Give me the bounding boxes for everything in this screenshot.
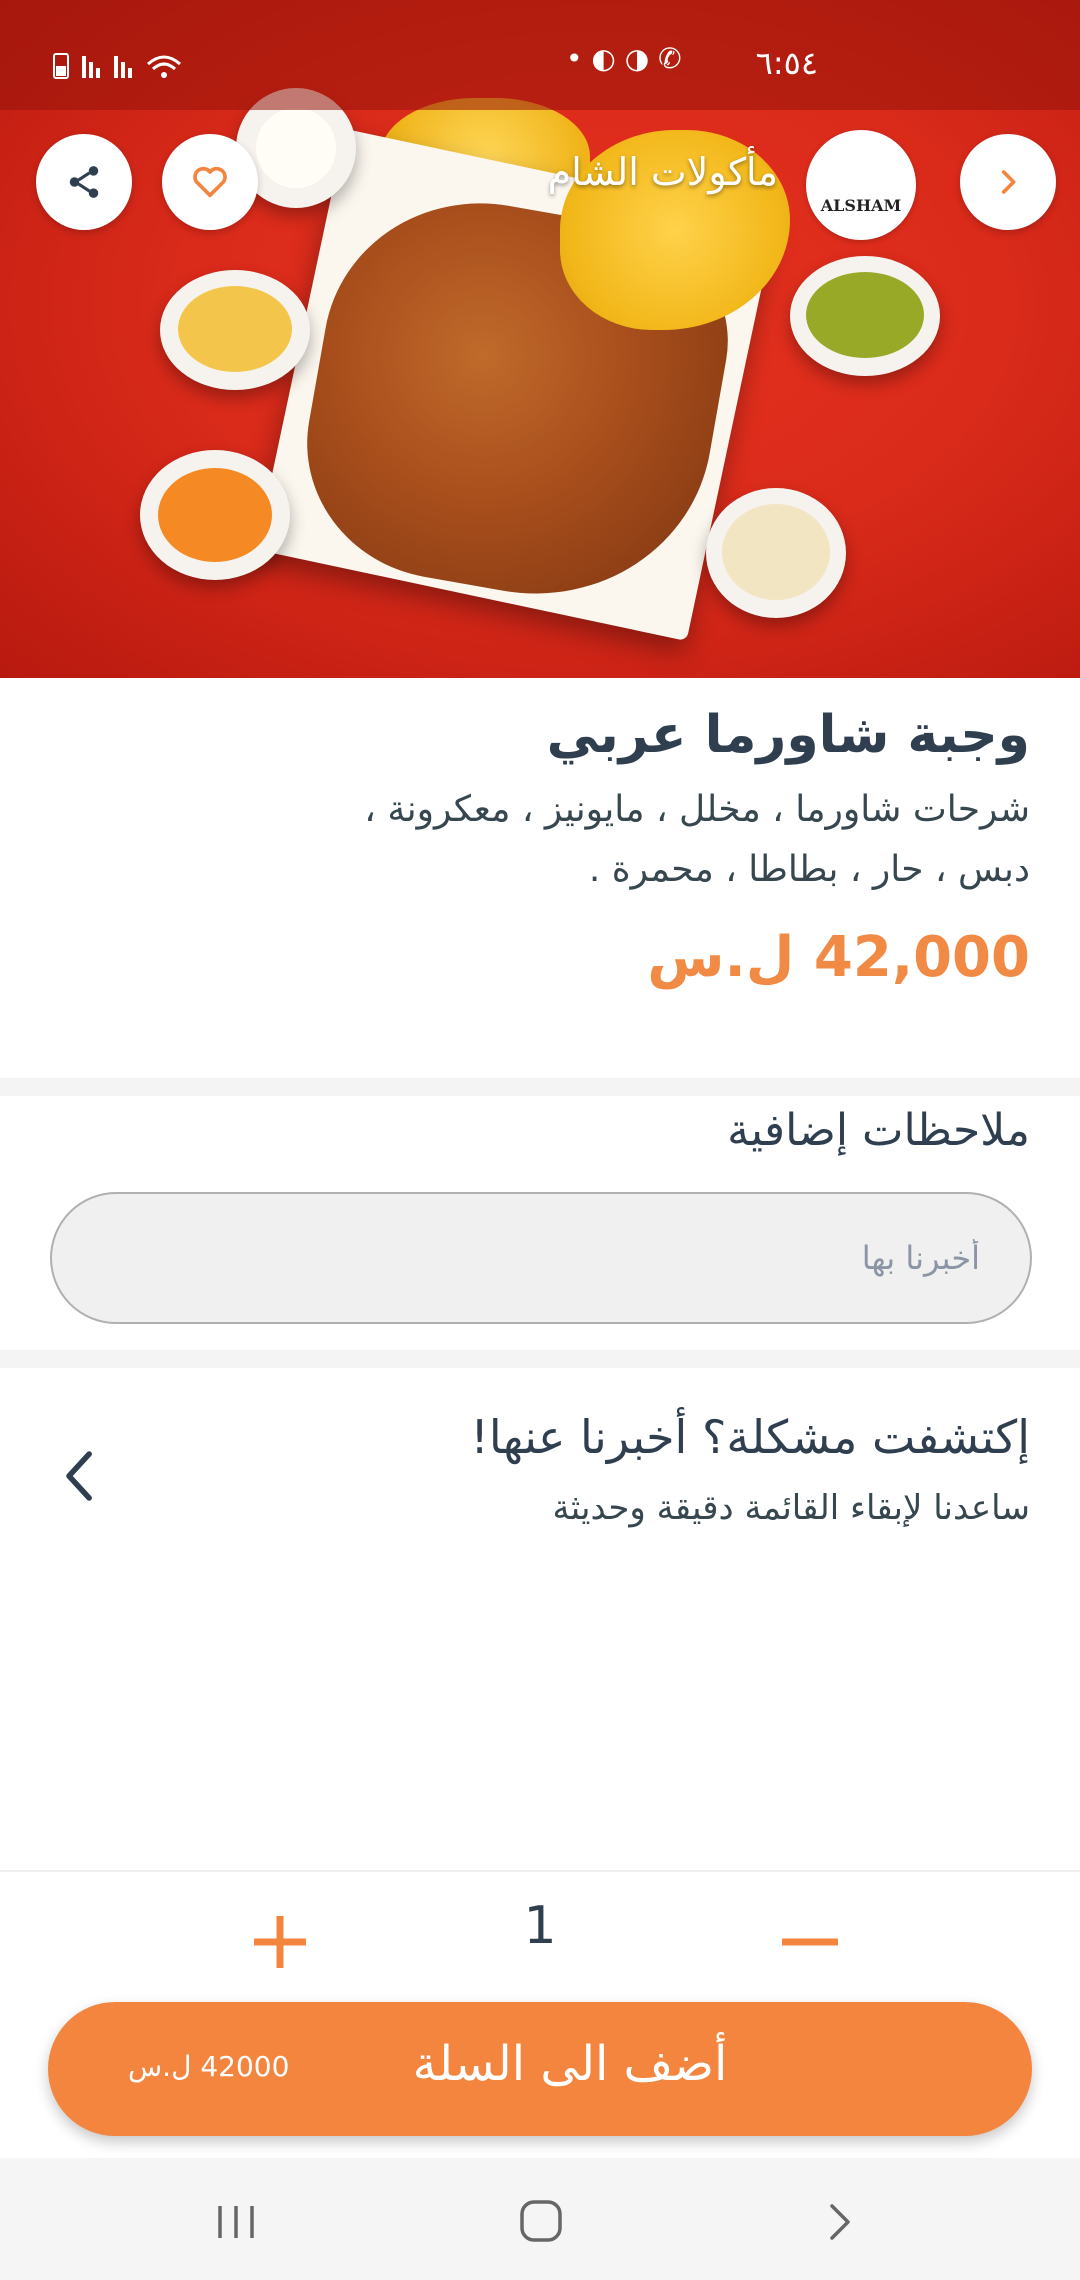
heart-icon [193,166,227,198]
pickle-bowl-decoration [790,256,940,376]
notification-icons: • ◐ ◑ ✆ [566,42,682,75]
price-currency: ل.س [647,925,795,990]
favorite-button[interactable] [162,134,258,230]
product-description: شرحات شاورما ، مخلل ، مايونيز ، معكرونة … [364,789,1030,890]
report-subtitle: ساعدنا لإبقاء القائمة دقيقة وحديثة [552,1488,1030,1528]
forward-button[interactable] [960,134,1056,230]
report-problem-row[interactable]: إكتشفت مشكلة؟ أخبرنا عنها! ساعدنا لإبقاء… [0,1370,1080,1570]
status-bar: • ◐ ◑ ✆ ٦:٥٤ [0,0,1080,110]
home-button[interactable] [518,2198,564,2248]
system-nav-bar [0,2158,1080,2280]
increase-quantity-button[interactable] [250,1912,310,1972]
restaurant-logo[interactable]: ALSHAM [806,130,916,240]
share-icon [69,166,99,198]
recents-icon [218,2206,254,2238]
logo-text: ALSHAM [820,195,902,215]
quantity-value: 1 [523,1896,557,1956]
price-value: 42,000 [813,925,1030,990]
recents-button[interactable] [214,2202,258,2246]
report-title: إكتشفت مشكلة؟ أخبرنا عنها! [470,1410,1030,1464]
notes-title: ملاحظات إضافية [727,1105,1030,1156]
product-image: • ◐ ◑ ✆ ٦:٥٤ مأكولات الشام ALSHAM [0,0,1080,678]
macaroni-bowl-decoration [160,270,310,390]
notes-input[interactable] [50,1192,1032,1324]
minus-icon [782,1938,838,1946]
section-divider [0,1350,1080,1368]
status-time: ٦:٥٤ [755,44,818,82]
salad-bowl-decoration [706,488,846,618]
decrease-quantity-button[interactable] [780,1932,840,1952]
back-button[interactable] [826,2202,856,2246]
add-to-cart-button[interactable]: أضف الى السلة 42000 ل.س [48,2002,1032,2136]
carrot-bowl-decoration [140,450,290,580]
share-button[interactable] [36,134,132,230]
section-divider [0,1078,1080,1096]
restaurant-name[interactable]: مأكولات الشام [548,150,778,194]
product-title: وجبة شاورما عربي [546,705,1030,765]
battery-signal-wifi-icons [52,48,202,89]
chevron-right-icon [1001,170,1016,194]
home-icon [520,2200,562,2242]
cart-panel: 1 أضف الى السلة 42000 ل.س [0,1870,1080,2152]
product-price: 42,000 ل.س [617,925,1030,990]
chevron-left-icon [58,1446,102,1510]
back-chevron-icon [830,2204,850,2240]
cart-total-price: 42000 ل.س [128,2050,290,2083]
plus-icon [254,1916,306,1968]
